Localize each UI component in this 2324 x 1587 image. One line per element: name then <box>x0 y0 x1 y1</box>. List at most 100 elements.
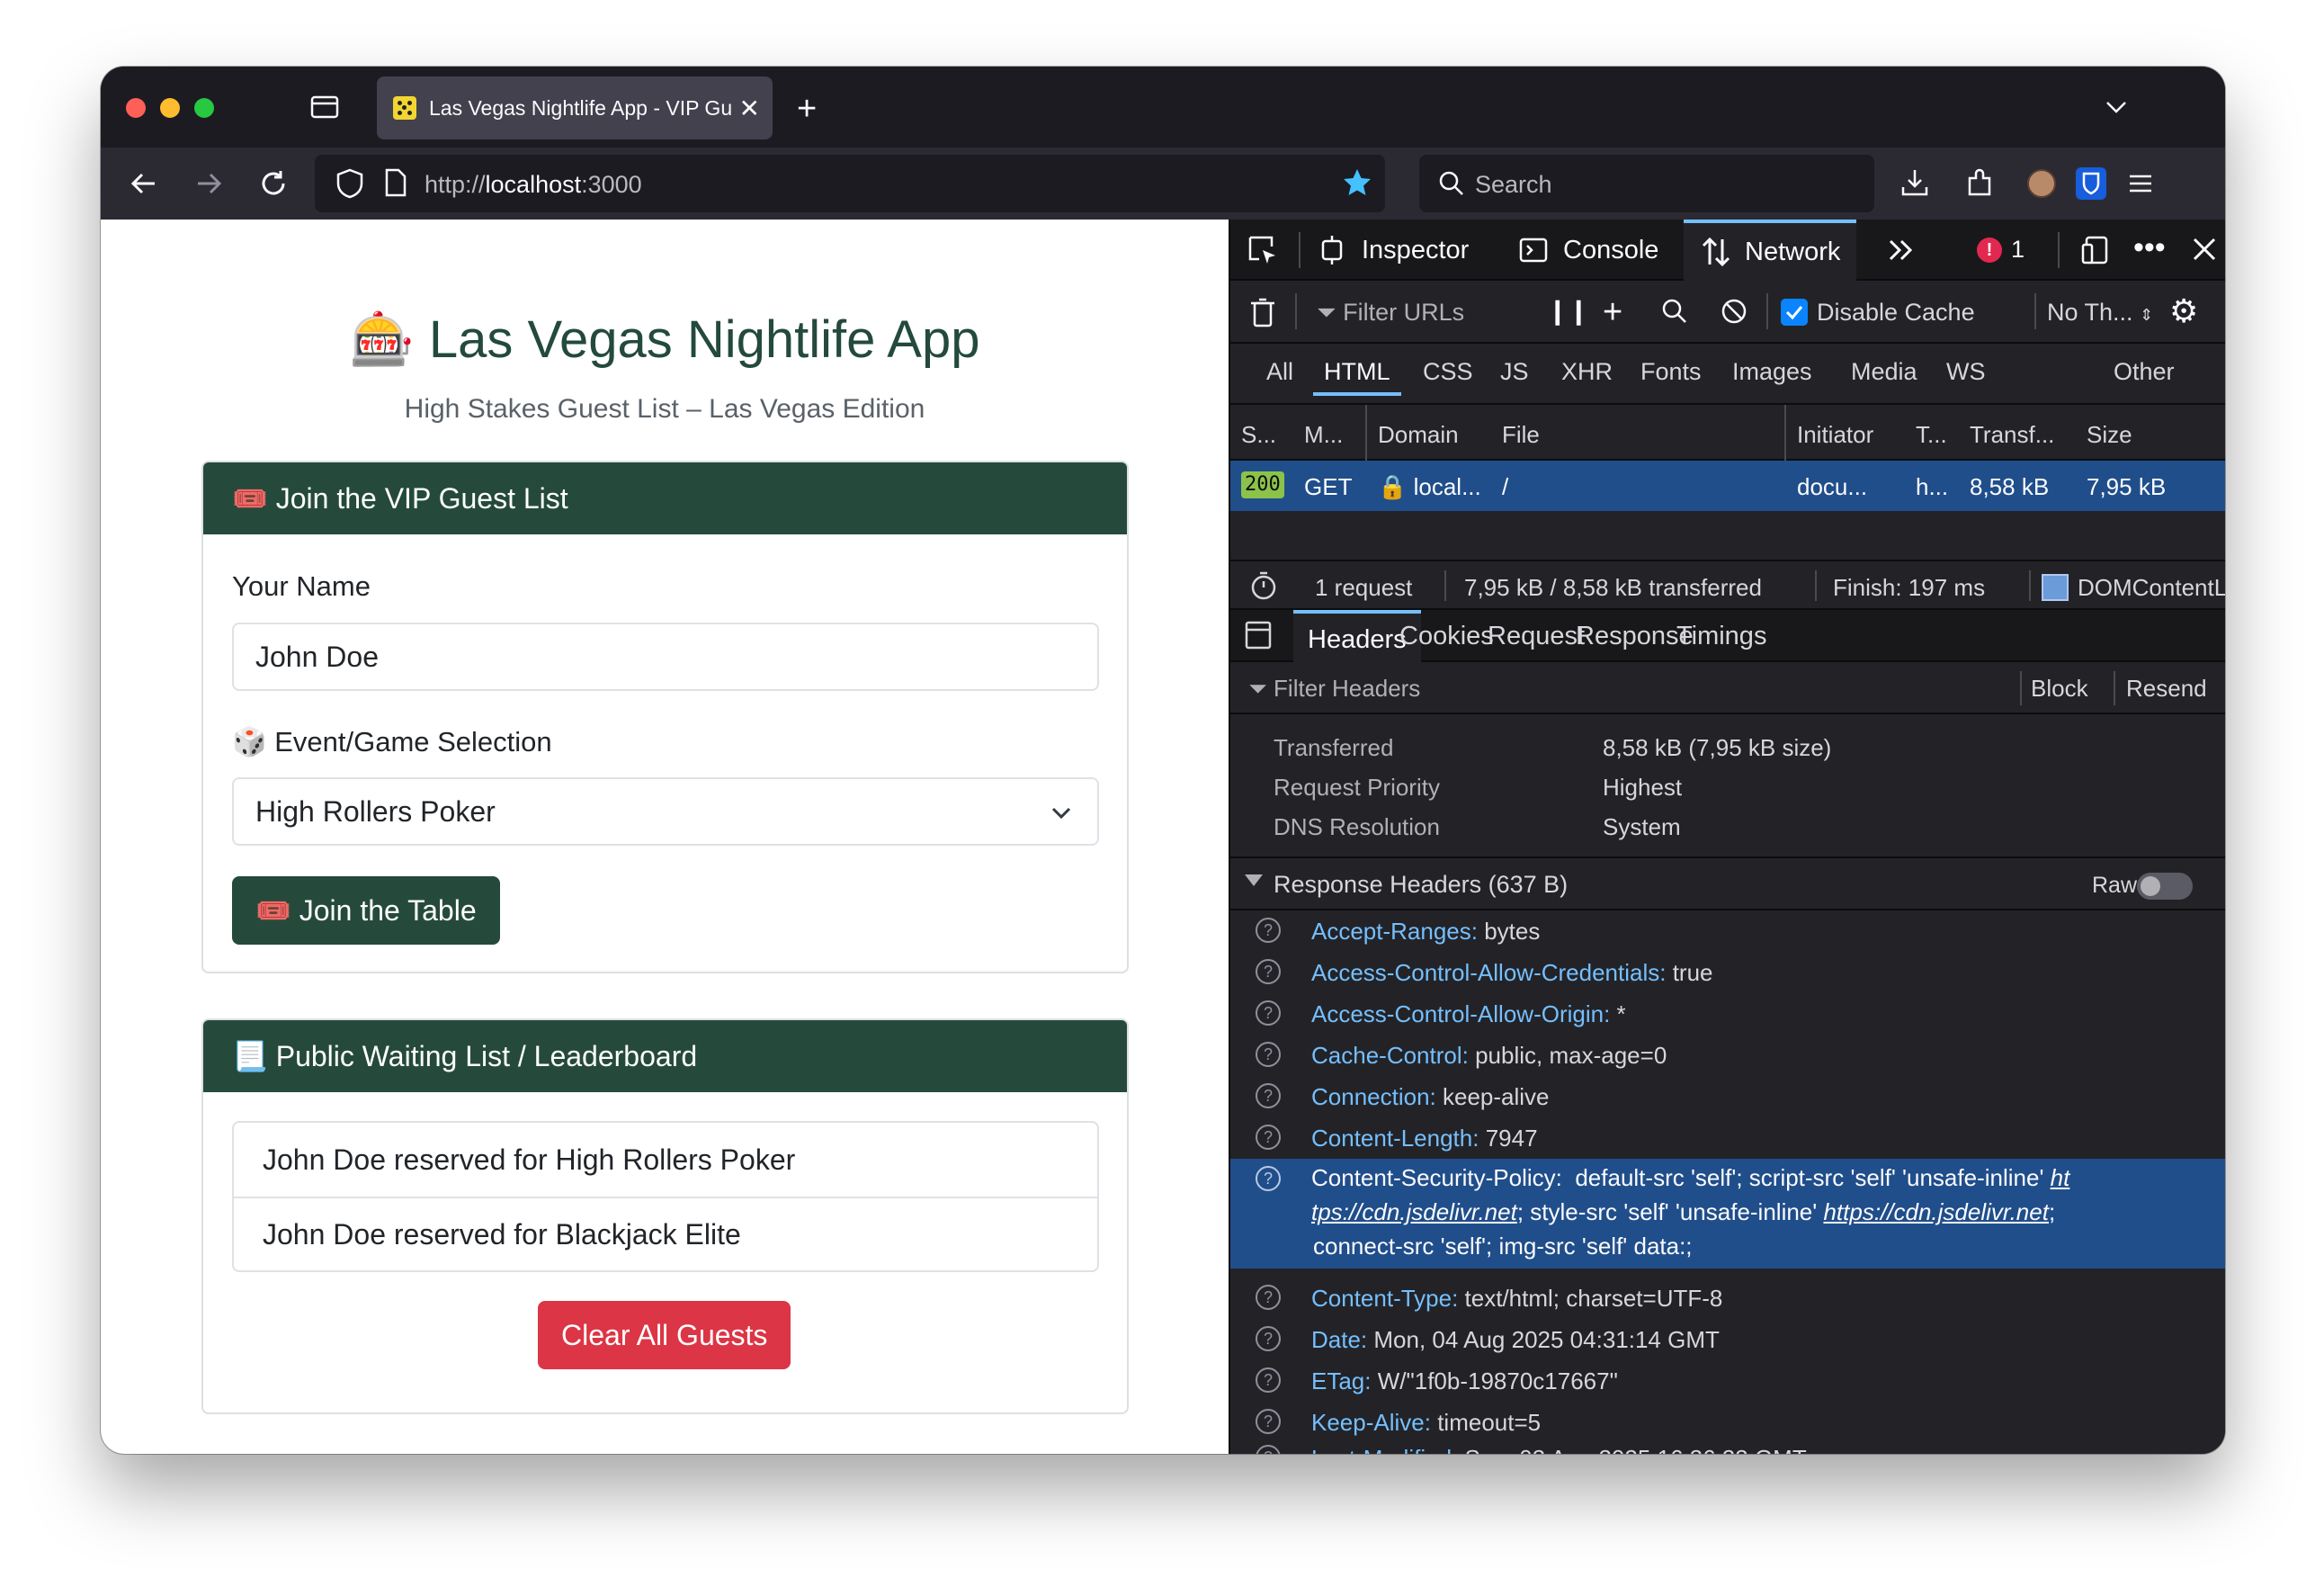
tab-title: Las Vegas Nightlife App - VIP Gu <box>429 95 732 120</box>
more-options-icon[interactable]: ••• <box>2133 232 2166 263</box>
event-select[interactable]: High Rollers Poker <box>232 777 1099 846</box>
tab-timings[interactable]: Timings <box>1662 610 1781 662</box>
download-icon[interactable] <box>1899 167 1930 202</box>
help-icon[interactable]: ? <box>1256 1367 1281 1393</box>
close-window-button[interactable] <box>126 98 146 118</box>
response-header-row-selected[interactable]: ? Content-Security-Policy: default-src '… <box>1230 1159 2225 1269</box>
help-icon[interactable]: ? <box>1256 1083 1281 1108</box>
guest-list: John Doe reserved for High Rollers Poker… <box>232 1121 1099 1272</box>
profile-avatar[interactable] <box>2027 169 2056 198</box>
new-tab-icon[interactable]: + <box>797 92 817 126</box>
block-icon[interactable] <box>1720 297 1748 330</box>
col-initiator[interactable]: Initiator <box>1797 421 1873 449</box>
reload-icon[interactable] <box>257 167 290 204</box>
sidebar-icon[interactable] <box>309 92 340 122</box>
filter-css[interactable]: CSS <box>1423 358 1473 386</box>
menu-icon[interactable] <box>2126 169 2155 202</box>
resend-button[interactable]: Resend <box>2126 675 2207 703</box>
csp-link[interactable]: tps://cdn.jsdelivr.net <box>1311 1198 1517 1225</box>
col-transferred[interactable]: Transf... <box>1970 421 2054 449</box>
filter-xhr[interactable]: XHR <box>1561 358 1613 386</box>
request-count: 1 request <box>1315 574 1413 601</box>
tab-network[interactable]: Network <box>1684 220 1857 281</box>
throttle-select[interactable]: No Th... ⇕ <box>2047 299 2153 327</box>
name-input[interactable]: John Doe <box>232 623 1099 691</box>
star-icon[interactable] <box>1342 167 1372 202</box>
extensions-icon[interactable] <box>1964 167 1995 202</box>
request-type: h... <box>1916 473 1949 500</box>
help-icon[interactable]: ? <box>1256 1000 1281 1026</box>
filter-fonts[interactable]: Fonts <box>1640 358 1702 386</box>
filter-images[interactable]: Images <box>1732 358 1812 386</box>
waiting-list-header: 📃 Public Waiting List / Leaderboard <box>203 1020 1127 1092</box>
page-icon[interactable] <box>383 167 408 202</box>
col-domain[interactable]: Domain <box>1378 421 1459 449</box>
shield-icon[interactable] <box>335 167 365 204</box>
response-header-row: ?Last-Modified: Sun, 03 Aug 2025 16:26:2… <box>1230 1445 2225 1454</box>
add-request-icon[interactable]: + <box>1603 295 1622 329</box>
help-icon[interactable]: ? <box>1256 1326 1281 1351</box>
col-status[interactable]: S... <box>1241 421 1276 449</box>
filter-icon: ⏷ <box>1248 675 1274 702</box>
minimize-window-button[interactable] <box>160 98 180 118</box>
csp-line-1: Content-Security-Policy: default-src 'se… <box>1311 1164 2070 1191</box>
help-icon[interactable]: ? <box>1256 959 1281 984</box>
bitwarden-icon[interactable] <box>2076 167 2106 200</box>
request-domain: 🔒 local... <box>1378 473 1481 500</box>
element-picker-icon[interactable] <box>1247 234 1279 271</box>
filter-other[interactable]: Other <box>2114 358 2175 386</box>
pause-icon[interactable]: ❙❙ <box>1547 299 1589 324</box>
search-requests-icon[interactable] <box>1660 297 1689 330</box>
network-toolbar: ⏷ Filter URLs ❙❙ + Disable Cache No Th..… <box>1230 281 2225 344</box>
filter-urls-input[interactable]: ⏷ Filter URLs <box>1317 299 1464 327</box>
filter-headers-input[interactable]: ⏷ Filter Headers <box>1248 675 1420 704</box>
request-row[interactable]: 200 GET 🔒 local... / docu... h... 8,58 k… <box>1230 461 2225 511</box>
csp-link[interactable]: https://cdn.jsdelivr.net <box>1823 1198 2049 1225</box>
response-header-row: ? Connection: keep-alive <box>1230 1083 2225 1123</box>
help-icon[interactable]: ? <box>1256 1409 1281 1434</box>
tab-inspector[interactable]: Inspector <box>1317 220 1469 281</box>
help-icon[interactable]: ? <box>1256 1125 1281 1150</box>
join-table-button[interactable]: 🎟️ Join the Table <box>232 876 500 945</box>
chevron-down-icon[interactable] <box>2103 94 2130 125</box>
search-bar[interactable]: Search <box>1419 155 1874 212</box>
toggle-sidebar-icon[interactable] <box>1245 621 1272 654</box>
forward-icon[interactable] <box>192 167 225 204</box>
help-icon[interactable]: ? <box>1256 1166 1281 1191</box>
disable-cache-checkbox[interactable] <box>1781 299 1808 326</box>
filter-html[interactable]: HTML <box>1313 358 1401 396</box>
csp-line-3: connect-src 'self'; img-src 'self' data:… <box>1313 1233 1693 1260</box>
tab-bar: Las Vegas Nightlife App - VIP Gu ✕ + <box>101 67 2225 148</box>
col-type[interactable]: T... <box>1916 421 1947 449</box>
filter-js[interactable]: JS <box>1500 358 1529 386</box>
clear-all-guests-button[interactable]: Clear All Guests <box>538 1301 791 1369</box>
help-icon[interactable]: ? <box>1256 1445 1281 1454</box>
page-title: 🎰 Las Vegas Nightlife App <box>349 310 980 369</box>
maximize-window-button[interactable] <box>194 98 214 118</box>
col-size[interactable]: Size <box>2087 421 2132 449</box>
block-button[interactable]: Block <box>2031 675 2088 703</box>
filter-all[interactable]: All <box>1266 358 1293 386</box>
more-tabs-icon[interactable] <box>1885 234 1917 271</box>
responsive-mode-icon[interactable] <box>2081 234 2112 271</box>
col-method[interactable]: M... <box>1304 421 1343 449</box>
raw-toggle[interactable] <box>2137 873 2193 900</box>
response-headers-section[interactable]: Response Headers (637 B) Raw <box>1230 856 2225 910</box>
tab-console[interactable]: Console <box>1518 220 1658 281</box>
col-file[interactable]: File <box>1502 421 1540 449</box>
browser-tab[interactable]: Las Vegas Nightlife App - VIP Gu ✕ <box>377 76 773 139</box>
chevron-down-icon <box>1051 807 1071 820</box>
url-bar[interactable]: http://localhost:3000 <box>315 155 1385 212</box>
trash-icon[interactable] <box>1248 297 1277 334</box>
browser-window: Las Vegas Nightlife App - VIP Gu ✕ + htt… <box>101 67 2225 1454</box>
error-icon[interactable]: ! <box>1977 238 2002 263</box>
help-icon[interactable]: ? <box>1256 1285 1281 1310</box>
help-icon[interactable]: ? <box>1256 1042 1281 1067</box>
filter-media[interactable]: Media <box>1851 358 1917 386</box>
close-devtools-icon[interactable] <box>2189 234 2220 269</box>
back-icon[interactable] <box>128 167 160 204</box>
help-icon[interactable]: ? <box>1256 918 1281 943</box>
filter-ws[interactable]: WS <box>1946 358 1986 386</box>
close-tab-icon[interactable]: ✕ <box>739 94 760 123</box>
gear-icon[interactable]: ⚙ <box>2169 295 2198 327</box>
